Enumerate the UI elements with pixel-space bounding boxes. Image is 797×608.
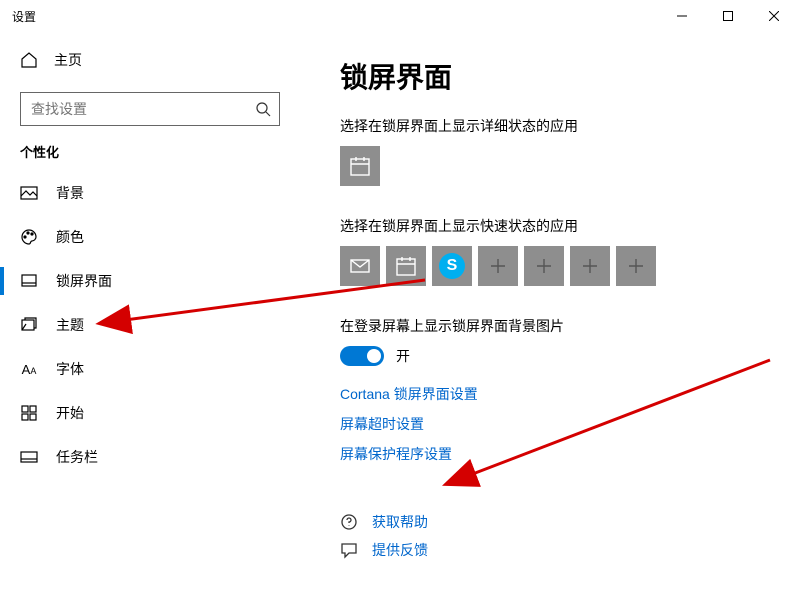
plus-icon (535, 257, 553, 275)
home-icon (20, 51, 38, 69)
quick-status-tile-calendar[interactable] (386, 246, 426, 286)
titlebar: 设置 (0, 0, 797, 32)
fonts-icon: AA (20, 360, 38, 378)
nav-label: 颜色 (56, 227, 84, 247)
mail-icon (349, 255, 371, 277)
home-label: 主页 (54, 50, 82, 70)
plus-icon (581, 257, 599, 275)
sidebar-item-themes[interactable]: 主题 (0, 303, 300, 347)
nav-label: 背景 (56, 183, 84, 203)
toggle-state-label: 开 (396, 346, 410, 366)
quick-status-tile-add-3[interactable] (570, 246, 610, 286)
nav-label: 锁屏界面 (56, 271, 112, 291)
search-icon (255, 101, 271, 117)
sidebar-item-background[interactable]: 背景 (0, 171, 300, 215)
maximize-button[interactable] (705, 0, 751, 32)
sidebar-item-start[interactable]: 开始 (0, 391, 300, 435)
feedback-icon (340, 541, 358, 559)
quick-status-tile-add-2[interactable] (524, 246, 564, 286)
quick-status-tile-mail[interactable] (340, 246, 380, 286)
sidebar-item-colors[interactable]: 颜色 (0, 215, 300, 259)
nav-label: 字体 (56, 359, 84, 379)
link-screen-timeout[interactable]: 屏幕超时设置 (340, 414, 777, 434)
plus-icon (627, 257, 645, 275)
signin-bg-toggle[interactable] (340, 346, 384, 366)
lockscreen-icon (20, 272, 38, 290)
start-icon (20, 404, 38, 422)
nav-label: 开始 (56, 403, 84, 423)
search-input[interactable] (29, 100, 255, 118)
page-title: 锁屏界面 (340, 56, 777, 96)
sidebar-item-lockscreen[interactable]: 锁屏界面 (0, 259, 300, 303)
close-button[interactable] (751, 0, 797, 32)
calendar-icon (349, 155, 371, 177)
detail-status-app-tile[interactable] (340, 146, 380, 186)
sidebar: 主页 个性化 背景 颜色 锁屏界面 (0, 32, 300, 608)
link-cortana-lockscreen[interactable]: Cortana 锁屏界面设置 (340, 384, 777, 404)
picture-icon (20, 184, 38, 202)
sidebar-item-taskbar[interactable]: 任务栏 (0, 435, 300, 479)
detail-status-label: 选择在锁屏界面上显示详细状态的应用 (340, 116, 777, 136)
help-label: 获取帮助 (372, 512, 428, 532)
quick-status-label: 选择在锁屏界面上显示快速状态的应用 (340, 216, 777, 236)
minimize-button[interactable] (659, 0, 705, 32)
link-screensaver-settings[interactable]: 屏幕保护程序设置 (340, 444, 777, 464)
feedback-label: 提供反馈 (372, 540, 428, 560)
feedback-link[interactable]: 提供反馈 (340, 540, 777, 560)
nav-label: 任务栏 (56, 447, 98, 467)
quick-status-tile-skype[interactable]: S (432, 246, 472, 286)
plus-icon (489, 257, 507, 275)
quick-status-tile-add-1[interactable] (478, 246, 518, 286)
themes-icon (20, 316, 38, 334)
palette-icon (20, 228, 38, 246)
skype-icon: S (439, 253, 465, 279)
get-help-link[interactable]: 获取帮助 (340, 512, 777, 532)
taskbar-icon (20, 448, 38, 466)
window-title: 设置 (12, 8, 36, 25)
help-icon (340, 513, 358, 531)
content-area: 锁屏界面 选择在锁屏界面上显示详细状态的应用 选择在锁屏界面上显示快速状态的应用 (300, 32, 797, 608)
calendar-icon (395, 255, 417, 277)
nav-label: 主题 (56, 315, 84, 335)
signin-bg-label: 在登录屏幕上显示锁屏界面背景图片 (340, 316, 777, 336)
sidebar-item-fonts[interactable]: AA 字体 (0, 347, 300, 391)
search-box[interactable] (20, 92, 280, 126)
quick-status-tile-add-4[interactable] (616, 246, 656, 286)
section-label: 个性化 (0, 142, 300, 171)
home-nav[interactable]: 主页 (0, 42, 300, 78)
